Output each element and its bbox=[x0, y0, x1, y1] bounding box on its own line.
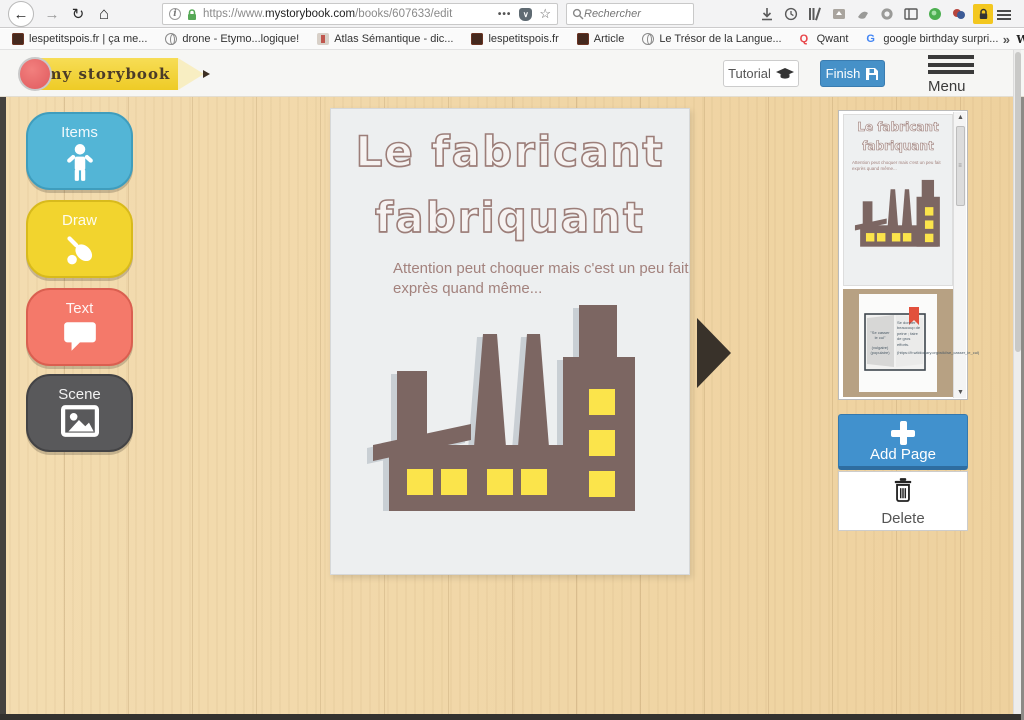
qwant-favicon: Q bbox=[800, 33, 812, 45]
thumbnail-page-2-paper: "Se casser le cul" (vulgaire) (populaire… bbox=[859, 294, 937, 392]
extension-green-icon[interactable] bbox=[925, 4, 945, 24]
bookmark-item[interactable]: drone - Etymo...logique! bbox=[165, 33, 299, 45]
image-icon bbox=[61, 405, 99, 437]
book-left-page-text: "Se casser le cul" (vulgaire) (populaire… bbox=[869, 330, 891, 356]
library-icon[interactable] bbox=[805, 4, 825, 24]
scrollbar-thumb[interactable]: ≡ bbox=[956, 126, 965, 206]
plus-icon bbox=[891, 421, 915, 445]
menu-label: Menu bbox=[928, 78, 976, 95]
tool-scene-button[interactable]: Scene bbox=[26, 374, 133, 452]
home-icon[interactable]: ⌂ bbox=[92, 2, 116, 26]
tool-draw-button[interactable]: Draw bbox=[26, 200, 133, 278]
app-menu-button[interactable]: Menu bbox=[928, 55, 976, 93]
screenshot-edge bbox=[0, 97, 6, 720]
save-icon bbox=[865, 67, 879, 81]
book-page-canvas[interactable]: Le fabricant fabriquant Attention peut c… bbox=[330, 108, 690, 575]
download-icon[interactable] bbox=[757, 4, 777, 24]
site-favicon bbox=[577, 33, 589, 45]
bookmark-item[interactable]: WWikipédia, l'encyclopé... bbox=[1016, 33, 1024, 45]
extension-multicolor-icon[interactable] bbox=[949, 4, 969, 24]
browser-scrollbar[interactable] bbox=[1013, 50, 1021, 714]
book-right-page-text: Se donner beaucoup de peine ; faire de g… bbox=[897, 320, 921, 355]
page-actions-icon[interactable]: ••• bbox=[498, 9, 512, 20]
globe-favicon bbox=[165, 33, 177, 45]
forward-icon[interactable]: → bbox=[40, 2, 64, 26]
factory-illustration[interactable] bbox=[367, 297, 657, 511]
next-page-arrow[interactable] bbox=[697, 318, 731, 388]
editor-workspace: Items Draw bbox=[0, 97, 1024, 717]
delete-page-button[interactable]: Delete bbox=[838, 471, 968, 531]
tool-items-button[interactable]: Items bbox=[26, 112, 133, 190]
bookmark-item[interactable]: lespetitspois.fr | ça me... bbox=[12, 33, 147, 45]
site-info-icon[interactable]: i bbox=[169, 8, 181, 20]
thumbnail-page-2[interactable]: "Se casser le cul" (vulgaire) (populaire… bbox=[843, 289, 953, 397]
logo-text: my storybook bbox=[38, 58, 178, 90]
page-title-line2[interactable]: fabriquant bbox=[331, 193, 689, 242]
bookmark-item[interactable]: QQwant bbox=[800, 33, 849, 45]
thumbnail-page-1[interactable]: Le fabricant fabriquant Attention peut c… bbox=[843, 114, 953, 286]
pencil-point-icon bbox=[203, 70, 210, 78]
tool-text-button[interactable]: Text bbox=[26, 288, 133, 366]
app-header: my storybook Tutorial Finish Menu bbox=[0, 50, 1024, 97]
tutorial-button[interactable]: Tutorial bbox=[723, 60, 799, 87]
bookmark-item[interactable]: Le Trésor de la Langue... bbox=[642, 33, 781, 45]
graduation-cap-icon bbox=[776, 68, 794, 80]
extension-curve-icon[interactable] bbox=[853, 4, 873, 24]
bookmark-star-icon[interactable]: ☆ bbox=[539, 6, 551, 22]
trash-icon bbox=[892, 477, 914, 503]
bookmarks-overflow-icon[interactable]: » bbox=[1003, 32, 1010, 47]
bookmark-item[interactable]: Ggoogle birthday surpri... bbox=[866, 33, 998, 45]
bookmarks-bar: lespetitspois.fr | ça me... drone - Etym… bbox=[0, 29, 1024, 50]
scroll-down-icon[interactable]: ▼ bbox=[954, 389, 967, 396]
factory-thumbnail-illustration bbox=[853, 177, 947, 247]
site-favicon bbox=[471, 33, 483, 45]
screenshot-edge bbox=[0, 714, 1024, 720]
browser-window: ← → ↻ ⌂ i https://www.mystorybook.com/bo… bbox=[0, 0, 1024, 720]
globe-favicon bbox=[642, 33, 654, 45]
mystorybook-logo[interactable]: my storybook bbox=[18, 55, 208, 93]
search-bar[interactable] bbox=[566, 3, 694, 25]
extension-password-lock-icon[interactable] bbox=[973, 4, 993, 24]
reload-icon[interactable]: ↻ bbox=[66, 2, 90, 26]
menu-bars-icon bbox=[928, 55, 974, 59]
https-lock-icon[interactable] bbox=[186, 8, 198, 21]
finish-button[interactable]: Finish bbox=[820, 60, 885, 87]
extension-globe-gear-icon[interactable] bbox=[877, 4, 897, 24]
bookmark-item[interactable]: Atlas Sémantique - dic... bbox=[317, 33, 453, 45]
site-favicon bbox=[12, 33, 24, 45]
url-text: https://www.mystorybook.com/books/607633… bbox=[203, 8, 452, 20]
sidebar-toggle-icon[interactable] bbox=[901, 4, 921, 24]
thumbnail-scrollbar[interactable]: ▲ ≡ ▼ bbox=[953, 112, 966, 398]
search-input[interactable] bbox=[584, 8, 684, 20]
pencil-eraser-icon bbox=[18, 57, 52, 91]
pocket-icon[interactable]: ∨ bbox=[519, 8, 532, 21]
browser-menu-icon[interactable] bbox=[997, 4, 1017, 24]
speech-bubble-icon bbox=[61, 319, 99, 353]
scroll-up-icon[interactable]: ▲ bbox=[954, 114, 967, 121]
url-bar[interactable]: i https://www.mystorybook.com/books/6076… bbox=[162, 3, 558, 25]
wikipedia-favicon: W bbox=[1016, 33, 1024, 45]
browser-toolbar: ← → ↻ ⌂ i https://www.mystorybook.com/bo… bbox=[0, 0, 1024, 28]
back-icon[interactable]: ← bbox=[8, 1, 34, 27]
history-clock-icon[interactable] bbox=[781, 4, 801, 24]
atlas-favicon bbox=[317, 33, 329, 45]
page-title-line1[interactable]: Le fabricant bbox=[331, 127, 689, 176]
brush-icon bbox=[62, 231, 98, 267]
page-thumbnails-panel: Le fabricant fabriquant Attention peut c… bbox=[838, 110, 968, 400]
person-icon bbox=[64, 143, 96, 183]
extension-screenshot-icon[interactable] bbox=[829, 4, 849, 24]
bookmark-item[interactable]: lespetitspois.fr bbox=[471, 33, 558, 45]
google-favicon: G bbox=[866, 33, 878, 45]
add-page-button[interactable]: Add Page bbox=[838, 414, 968, 470]
page-subtitle[interactable]: Attention peut choquer mais c'est un peu… bbox=[393, 259, 693, 300]
bookmark-item[interactable]: Article bbox=[577, 33, 625, 45]
pencil-tip-icon bbox=[178, 58, 204, 90]
search-icon bbox=[572, 8, 584, 20]
